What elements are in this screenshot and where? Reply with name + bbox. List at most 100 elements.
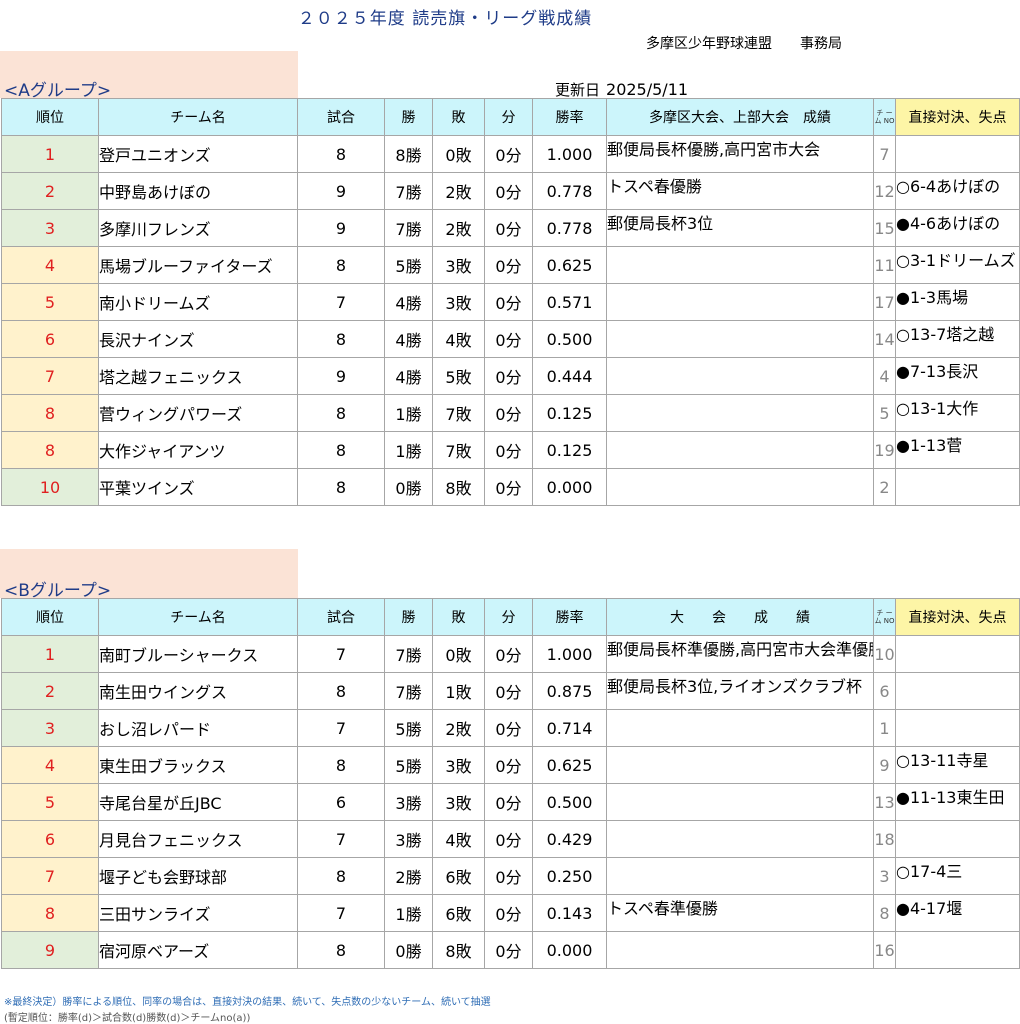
team-name-cell: 塔之越フェニックス [98,357,298,395]
updated-date: 更新日 2025/5/11 [555,79,688,100]
team-name-cell: 宿河原ベアーズ [98,931,298,969]
draws-cell: 0分 [484,857,533,895]
table-row: 4 馬場ブルーファイターズ 8 5勝 3敗 0分 0.625 11 ○3-1ドリームズ [1,246,1020,284]
tournament-results-cell [606,931,874,969]
team-name-cell: 堰子ども会野球部 [98,857,298,895]
table-row: 2 中野島あけぼの 9 7勝 2敗 0分 0.778 トスペ春優勝 12 ○6-4あけぼの [1,172,1020,210]
team-no-cell: 19 [873,431,896,469]
games-cell: 8 [297,320,385,358]
wins-cell: 1勝 [384,394,433,432]
win-pct-cell: 0.778 [532,209,607,247]
group-a-standings-table: 順位 チーム名 試合 勝 敗 分 勝率 多摩区大会、上部大会 成績 チ ー ム … [1,98,1020,506]
head-to-head-cell: ●4-17堰 [895,894,1020,932]
win-pct-cell: 0.125 [532,431,607,469]
games-cell: 7 [297,283,385,321]
rank-cell: 5 [1,783,99,821]
losses-cell: 0敗 [432,135,485,173]
table-row: 8 菅ウィングパワーズ 8 1勝 7敗 0分 0.125 5 ○13-1大作 [1,394,1020,432]
header-team: チーム名 [98,598,298,636]
header-pct: 勝率 [532,598,607,636]
team-no-cell: 1 [873,709,896,747]
header-rank: 順位 [1,98,99,136]
games-cell: 8 [297,931,385,969]
header-team-no: チ ー ム NO [873,98,896,136]
team-name-cell: 中野島あけぼの [98,172,298,210]
win-pct-cell: 0.000 [532,931,607,969]
head-to-head-cell: ●11-13東生田 [895,783,1020,821]
header-draws: 分 [484,598,533,636]
team-name-cell: 南小ドリームズ [98,283,298,321]
team-name-cell: 平葉ツインズ [98,468,298,506]
head-to-head-cell: ●1-3馬場 [895,283,1020,321]
head-to-head-cell: ○17-4三 [895,857,1020,895]
tournament-results-cell [606,468,874,506]
rank-cell: 8 [1,394,99,432]
table-row: 1 南町ブルーシャークス 7 7勝 0敗 0分 1.000 郵便局長杯準優勝,高円宮市大会準優… [1,635,1020,673]
rank-cell: 3 [1,709,99,747]
draws-cell: 0分 [484,135,533,173]
win-pct-cell: 1.000 [532,135,607,173]
win-pct-cell: 0.500 [532,320,607,358]
draws-cell: 0分 [484,172,533,210]
team-name-cell: 馬場ブルーファイターズ [98,246,298,284]
wins-cell: 1勝 [384,894,433,932]
rank-cell: 2 [1,672,99,710]
draws-cell: 0分 [484,931,533,969]
team-no-cell: 11 [873,246,896,284]
losses-cell: 7敗 [432,394,485,432]
wins-cell: 2勝 [384,857,433,895]
tournament-results-cell [606,431,874,469]
table-row: 2 南生田ウイングス 8 7勝 1敗 0分 0.875 郵便局長杯3位,ライオンズクラブ杯 6 [1,672,1020,710]
header-losses: 敗 [432,598,485,636]
tournament-results-cell [606,283,874,321]
draws-cell: 0分 [484,672,533,710]
header-results: 大 会 成 績 [606,598,874,636]
team-no-cell: 2 [873,468,896,506]
losses-cell: 8敗 [432,931,485,969]
team-no-cell: 10 [873,635,896,673]
team-no-cell: 12 [873,172,896,210]
header-results: 多摩区大会、上部大会 成績 [606,98,874,136]
rank-cell: 7 [1,357,99,395]
losses-cell: 8敗 [432,468,485,506]
head-to-head-cell: ○6-4あけぼの [895,172,1020,210]
footnote-rule: ※最終決定）勝率による順位、同率の場合は、直接対決の結果、続いて、失点数の少ない… [4,997,491,1008]
games-cell: 8 [297,746,385,784]
tournament-results-cell [606,783,874,821]
rank-cell: 10 [1,468,99,506]
head-to-head-cell: ●1-13菅 [895,431,1020,469]
team-no-cell: 14 [873,320,896,358]
losses-cell: 3敗 [432,783,485,821]
rank-cell: 4 [1,746,99,784]
losses-cell: 6敗 [432,857,485,895]
rank-cell: 6 [1,320,99,358]
losses-cell: 7敗 [432,431,485,469]
wins-cell: 0勝 [384,468,433,506]
header-draws: 分 [484,98,533,136]
team-no-cell: 13 [873,783,896,821]
head-to-head-cell [895,709,1020,747]
table-row: 8 三田サンライズ 7 1勝 6敗 0分 0.143 トスペ春準優勝 8 ●4-17堰 [1,894,1020,932]
team-no-cell: 17 [873,283,896,321]
table-row: 7 堰子ども会野球部 8 2勝 6敗 0分 0.250 3 ○17-4三 [1,857,1020,895]
tournament-results-cell: 郵便局長杯準優勝,高円宮市大会準優勝 [606,635,874,673]
draws-cell: 0分 [484,283,533,321]
win-pct-cell: 0.250 [532,857,607,895]
header-team: チーム名 [98,98,298,136]
team-no-cell: 3 [873,857,896,895]
header-pct: 勝率 [532,98,607,136]
header-losses: 敗 [432,98,485,136]
wins-cell: 5勝 [384,746,433,784]
draws-cell: 0分 [484,783,533,821]
team-name-cell: 登戸ユニオンズ [98,135,298,173]
draws-cell: 0分 [484,431,533,469]
header-rank: 順位 [1,598,99,636]
games-cell: 8 [297,468,385,506]
table-row: 10 平葉ツインズ 8 0勝 8敗 0分 0.000 2 [1,468,1020,506]
win-pct-cell: 0.625 [532,746,607,784]
tournament-results-cell [606,857,874,895]
team-no-cell: 8 [873,894,896,932]
team-no-cell: 5 [873,394,896,432]
draws-cell: 0分 [484,246,533,284]
draws-cell: 0分 [484,820,533,858]
